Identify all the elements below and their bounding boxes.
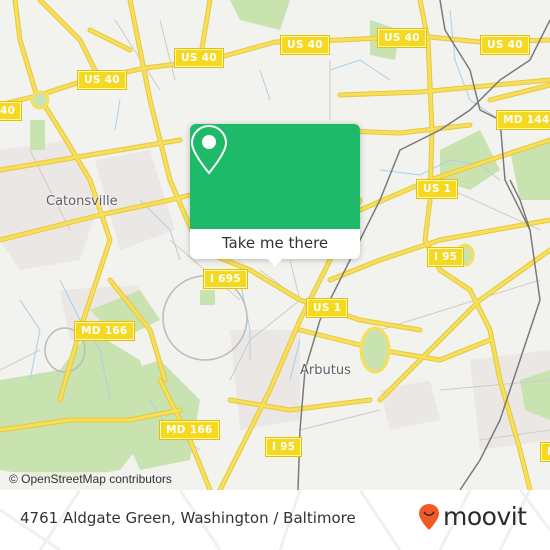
route-shield-i-695: I 695 [203, 269, 248, 289]
moovit-pin-smile-icon [419, 504, 439, 530]
map-pin-icon [190, 124, 228, 175]
route-shield-40: 40 [0, 101, 23, 121]
place-label-arbutus: Arbutus [300, 363, 351, 378]
route-shield-us-1: US 1 [305, 298, 349, 318]
address-label: 4761 Aldgate Green, Washington / Baltimo… [20, 509, 356, 527]
route-shield-us-1: US 1 [415, 179, 459, 199]
route-shield-partial: M [540, 442, 550, 462]
route-shield-us-40: US 40 [377, 28, 427, 48]
route-shield-md-144: MD 144 [496, 110, 550, 130]
footer-bar: 4761 Aldgate Green, Washington / Baltimo… [0, 490, 550, 550]
place-label-catonsville: Catonsville [46, 194, 118, 209]
route-shield-us-40: US 40 [174, 48, 224, 68]
route-shield-md-166: MD 166 [74, 321, 135, 341]
popup-header [190, 124, 360, 229]
route-shield-us-40: US 40 [77, 70, 127, 90]
route-shield-md-166: MD 166 [159, 420, 220, 440]
route-shield-i-95: I 95 [426, 247, 465, 267]
moovit-wordmark: moovit [443, 502, 527, 531]
moovit-logo[interactable]: moovit [418, 502, 527, 532]
map-attribution[interactable]: © OpenStreetMap contributors [6, 472, 175, 486]
popup-pointer [267, 258, 283, 267]
route-shield-i-95: I 95 [264, 437, 303, 457]
take-me-there-button[interactable]: Take me there [190, 230, 360, 256]
route-shield-us-40: US 40 [280, 35, 330, 55]
route-shield-us-40: US 40 [480, 35, 530, 55]
map-view[interactable]: US 40 US 40 US 40 US 40 US 40 40 MD 144 … [0, 0, 550, 490]
destination-popup[interactable]: Take me there [190, 124, 360, 267]
